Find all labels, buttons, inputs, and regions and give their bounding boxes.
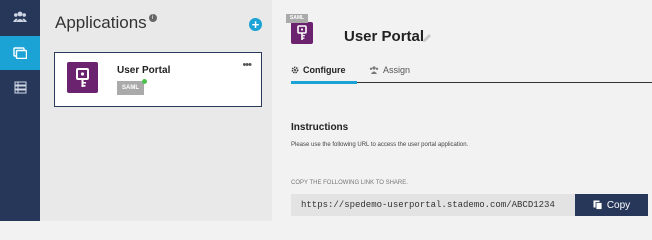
header-key-icon xyxy=(291,22,313,44)
windows-icon xyxy=(13,47,27,59)
tab-configure-label: Configure xyxy=(303,65,346,75)
tab-assign[interactable]: Assign xyxy=(369,65,410,75)
active-tab-indicator xyxy=(291,81,357,84)
status-dot xyxy=(142,79,147,84)
header-saml-badge: SAML xyxy=(286,14,308,23)
portal-url-field[interactable]: https://spedemo-userportal.stademo.com/A… xyxy=(291,194,575,216)
copy-button-label: Copy xyxy=(606,199,631,211)
applications-panel: Applications i + User Portal SAML ••• xyxy=(40,0,272,221)
tab-assign-label: Assign xyxy=(383,65,411,75)
copy-icon xyxy=(593,200,603,210)
page-title: User Portal xyxy=(344,28,425,45)
saml-badge: SAML xyxy=(117,81,144,95)
app-key-icon xyxy=(67,62,98,93)
users-icon xyxy=(13,11,27,22)
gear-icon xyxy=(291,66,299,74)
info-icon[interactable]: i xyxy=(148,14,157,22)
sidebar-item-users[interactable] xyxy=(0,0,40,34)
app-name: User Portal xyxy=(117,65,171,76)
edit-name-button[interactable] xyxy=(422,30,432,48)
sidebar xyxy=(0,0,40,221)
sidebar-item-directories[interactable] xyxy=(0,70,40,104)
app-card-user-portal[interactable]: User Portal SAML ••• xyxy=(54,52,262,107)
copy-button[interactable]: Copy xyxy=(575,194,648,216)
tab-configure[interactable]: Configure xyxy=(291,65,346,75)
instructions-title: Instructions xyxy=(291,122,349,133)
users-icon xyxy=(369,66,379,74)
sidebar-item-applications[interactable] xyxy=(0,36,40,70)
detail-tabs: Configure Assign xyxy=(291,56,652,84)
application-detail: SAML User Portal Configure Assign Instru… xyxy=(272,0,652,221)
pencil-icon xyxy=(423,34,431,42)
applications-title-text: Applications xyxy=(55,13,147,32)
instructions-text: Please use the following URL to access t… xyxy=(291,142,469,148)
add-application-button[interactable]: + xyxy=(249,18,262,31)
copy-link-label: COPY THE FOLLOWING LINK TO SHARE. xyxy=(291,180,408,186)
more-options-button[interactable]: ••• xyxy=(242,59,252,71)
applications-title: Applications i xyxy=(55,13,157,33)
list-icon xyxy=(14,81,26,93)
